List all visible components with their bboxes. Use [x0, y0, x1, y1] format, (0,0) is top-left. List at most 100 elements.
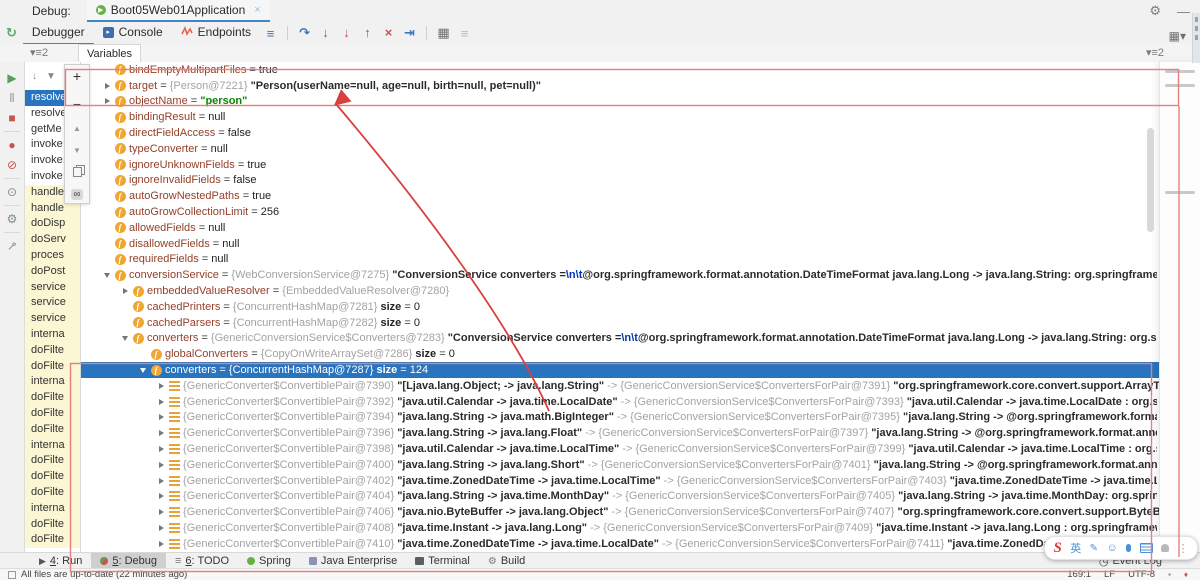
- tool-window-button-spring[interactable]: Spring: [238, 553, 300, 569]
- frame-item[interactable]: doPost: [25, 263, 80, 280]
- variable-row[interactable]: f ignoreUnknownFields = true: [81, 157, 1200, 173]
- frame-item[interactable]: doFilte: [25, 342, 80, 359]
- variable-row[interactable]: {GenericConverter$ConvertiblePair@7402} …: [81, 473, 1200, 489]
- caret-position[interactable]: 169:1: [1067, 569, 1091, 580]
- frames-sort-icon[interactable]: ↓: [32, 71, 37, 82]
- close-icon[interactable]: ×: [254, 4, 260, 16]
- frame-item[interactable]: doServ: [25, 232, 80, 248]
- stop-icon[interactable]: ■: [8, 108, 15, 128]
- frame-item[interactable]: doFilte: [25, 358, 80, 375]
- frame-item[interactable]: doFilte: [25, 421, 80, 438]
- tab-variables[interactable]: Variables: [78, 44, 142, 62]
- pin-tab-icon[interactable]: ⊸: [1, 235, 22, 256]
- ime-emoji-icon[interactable]: ☺: [1106, 542, 1117, 554]
- ime-keyboard-icon[interactable]: [1139, 543, 1153, 553]
- frame-item[interactable]: doFilte: [25, 532, 80, 549]
- notification-icon[interactable]: ♦: [1184, 570, 1188, 579]
- frame-item[interactable]: doDisp: [25, 216, 80, 233]
- tool-window-button-debug[interactable]: 5: Debug: [91, 553, 166, 569]
- frame-item[interactable]: proces: [25, 247, 80, 264]
- chevron-right-icon[interactable]: [155, 540, 167, 547]
- variable-row[interactable]: {GenericConverter$ConvertiblePair@7392} …: [81, 394, 1200, 410]
- variable-row[interactable]: f disallowedFields = null: [81, 236, 1200, 252]
- more-menu-icon[interactable]: ≡: [260, 26, 281, 41]
- variable-row[interactable]: f cachedParsers = {ConcurrentHashMap@7282…: [81, 315, 1200, 331]
- tool-window-button-terminal[interactable]: Terminal: [406, 553, 479, 569]
- tool-tab-debugger[interactable]: Debugger: [22, 22, 94, 45]
- run-config-tab[interactable]: ▶ Boot05Web01Application ×: [86, 0, 270, 22]
- variable-row[interactable]: {GenericConverter$ConvertiblePair@7396} …: [81, 425, 1200, 441]
- frame-item[interactable]: service: [25, 311, 80, 327]
- tool-window-button-build[interactable]: ⚙ Build: [479, 553, 534, 569]
- frame-item[interactable]: interna: [25, 500, 80, 517]
- variable-row[interactable]: f target = {Person@7221} "Person(userName…: [81, 78, 1200, 94]
- run-to-cursor-icon[interactable]: ⇥: [399, 25, 420, 41]
- thread-dump-camera-icon[interactable]: ⊙: [7, 182, 17, 202]
- drop-frame-icon[interactable]: ×: [378, 25, 399, 41]
- chevron-right-icon[interactable]: [155, 382, 167, 389]
- hide-panel-icon[interactable]: —: [1177, 4, 1190, 19]
- variable-row[interactable]: {GenericConverter$ConvertiblePair@7404} …: [81, 489, 1200, 505]
- tool-tab-endpoints[interactable]: Endpoints: [172, 22, 260, 43]
- variable-row[interactable]: f requiredFields = null: [81, 252, 1200, 268]
- frame-item[interactable]: interna: [25, 374, 80, 391]
- duplicate-icon[interactable]: [72, 164, 85, 177]
- variable-row[interactable]: f converters = {ConcurrentHashMap@7287} s…: [81, 362, 1200, 378]
- frame-item[interactable]: doFilte: [25, 469, 80, 485]
- frame-item[interactable]: interna: [25, 437, 80, 454]
- line-ending[interactable]: LF: [1104, 569, 1115, 580]
- chevron-right-icon[interactable]: [155, 398, 167, 405]
- move-down-icon[interactable]: ▼: [73, 146, 81, 155]
- step-over-icon[interactable]: ↷: [294, 25, 315, 41]
- chevron-right-icon[interactable]: [155, 461, 167, 468]
- show-watches-icon[interactable]: ∞: [71, 188, 83, 200]
- variable-row[interactable]: f conversionService = {WebConversionServi…: [81, 267, 1200, 283]
- layout-badge-left[interactable]: ▾≡2: [30, 46, 48, 59]
- chevron-right-icon[interactable]: [155, 509, 167, 516]
- pause-icon[interactable]: Ⅱ: [9, 88, 15, 108]
- tool-tab-console[interactable]: ▸ Console: [94, 22, 172, 43]
- frame-item[interactable]: doFilte: [25, 453, 80, 470]
- force-step-into-icon[interactable]: ↓: [336, 25, 357, 41]
- variable-row[interactable]: f objectName = "person": [81, 94, 1200, 110]
- variable-row[interactable]: {GenericConverter$ConvertiblePair@7408} …: [81, 520, 1200, 536]
- variable-row[interactable]: f embeddedValueResolver = {EmbeddedValueR…: [81, 283, 1200, 299]
- ime-language-toggle[interactable]: 英: [1070, 540, 1081, 556]
- tool-window-button-java-enterprise[interactable]: Java Enterprise: [300, 553, 406, 569]
- frame-item[interactable]: doFilte: [25, 390, 80, 406]
- layout-badge-right[interactable]: ▾≡2: [1146, 46, 1164, 59]
- tool-window-button-todo[interactable]: ≡ 6: TODO: [166, 553, 238, 569]
- chevron-down-icon[interactable]: [101, 272, 113, 278]
- view-breakpoints-icon[interactable]: ●: [8, 135, 15, 155]
- frame-item[interactable]: doFilte: [25, 484, 80, 501]
- frame-item[interactable]: interna: [25, 326, 80, 343]
- variable-row[interactable]: {GenericConverter$ConvertiblePair@7406} …: [81, 504, 1200, 520]
- variable-row[interactable]: f autoGrowCollectionLimit = 256: [81, 204, 1200, 220]
- variable-row[interactable]: f bindingResult = null: [81, 109, 1200, 125]
- variable-row[interactable]: f directFieldAccess = false: [81, 125, 1200, 141]
- variable-row[interactable]: {GenericConverter$ConvertiblePair@7390} …: [81, 378, 1200, 394]
- variable-row[interactable]: f typeConverter = null: [81, 141, 1200, 157]
- ime-more-icon[interactable]: ⋮: [1177, 542, 1188, 555]
- settings-menu-icon[interactable]: ≡: [454, 26, 475, 41]
- variable-row[interactable]: {GenericConverter$ConvertiblePair@7398} …: [81, 441, 1200, 457]
- frames-filter-icon[interactable]: ▼: [46, 71, 56, 82]
- step-into-icon[interactable]: ↓: [315, 25, 336, 41]
- variable-row[interactable]: f cachedPrinters = {ConcurrentHashMap@728…: [81, 299, 1200, 315]
- ime-account-icon[interactable]: [1161, 544, 1170, 552]
- remove-watch-icon[interactable]: −: [73, 96, 81, 112]
- settings-gear-icon[interactable]: ⚙: [1149, 3, 1161, 19]
- variable-row[interactable]: {GenericConverter$ConvertiblePair@7400} …: [81, 457, 1200, 473]
- file-encoding[interactable]: UTF-8: [1128, 569, 1155, 580]
- variable-row[interactable]: f converters = {GenericConversionService$…: [81, 331, 1200, 347]
- chevron-down-icon[interactable]: [119, 335, 131, 341]
- chevron-right-icon[interactable]: [119, 288, 131, 295]
- chevron-right-icon[interactable]: [155, 446, 167, 453]
- resume-icon[interactable]: ▶: [7, 68, 16, 88]
- debugger-settings-gear-icon[interactable]: ⚙: [7, 209, 18, 229]
- frame-item[interactable]: doFilte: [25, 516, 80, 533]
- chevron-right-icon[interactable]: [155, 430, 167, 437]
- chevron-right-icon[interactable]: [101, 98, 113, 105]
- rerun-icon[interactable]: ↻: [6, 25, 17, 41]
- chevron-right-icon[interactable]: [101, 82, 113, 89]
